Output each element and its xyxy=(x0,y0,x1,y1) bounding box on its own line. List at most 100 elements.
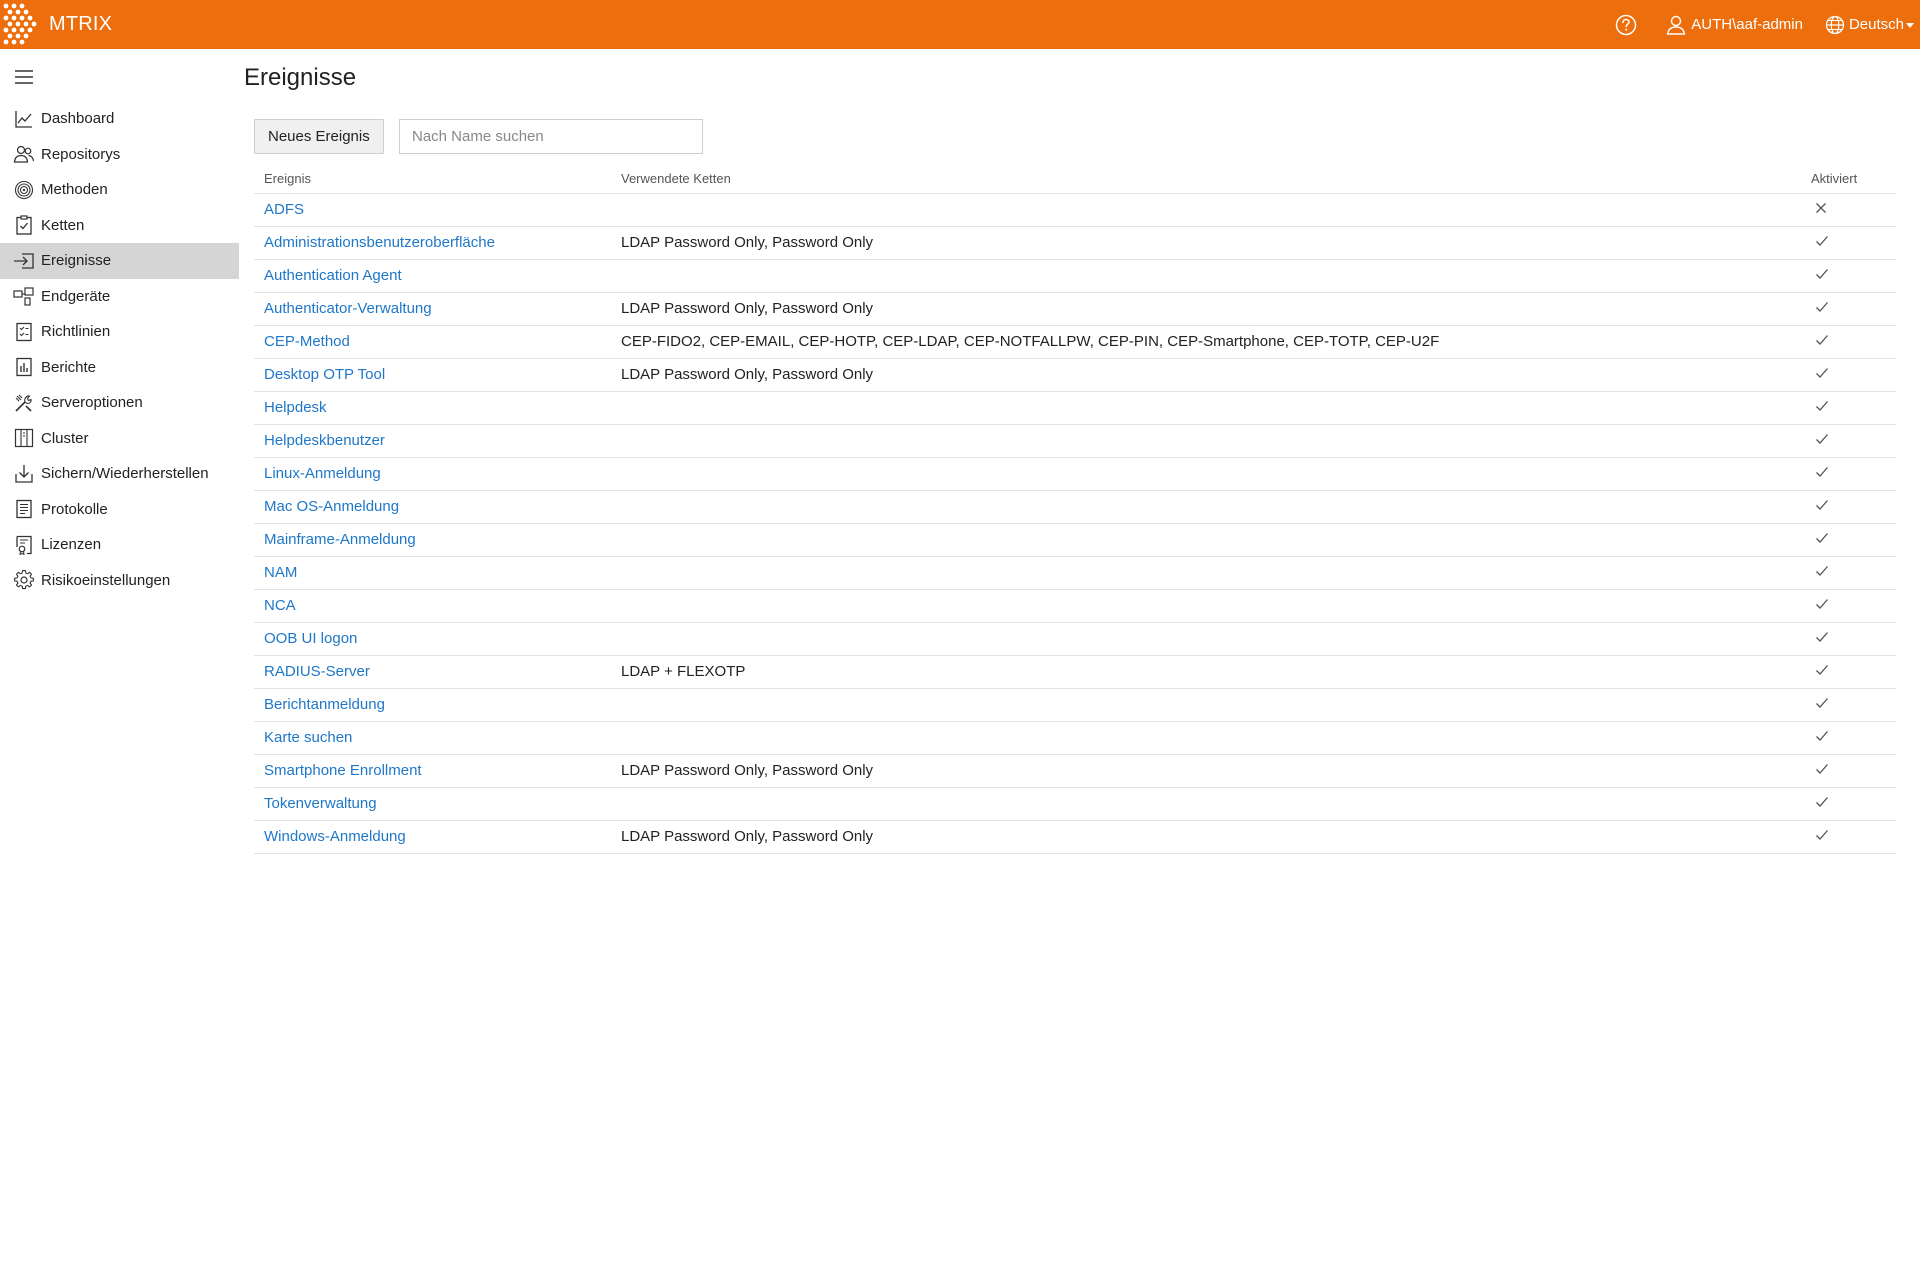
sidebar-item-protokolle[interactable]: Protokolle xyxy=(0,492,239,528)
event-name-link[interactable]: Authenticator-Verwaltung xyxy=(254,292,611,326)
table-row[interactable]: RADIUS-Server LDAP + FLEXOTP xyxy=(254,655,1896,689)
event-name-link[interactable]: Mac OS-Anmeldung xyxy=(254,490,611,524)
clipboard-check-icon xyxy=(13,214,35,236)
event-name-link[interactable]: Linux-Anmeldung xyxy=(254,457,611,491)
event-name-link[interactable]: Mainframe-Anmeldung xyxy=(254,523,611,557)
event-name-link[interactable]: Windows-Anmeldung xyxy=(254,820,611,854)
user-menu[interactable]: AUTH\aaf-admin xyxy=(1665,0,1803,49)
search-input[interactable] xyxy=(399,119,703,154)
sidebar-item-dashboard[interactable]: Dashboard xyxy=(0,101,239,137)
event-name-link[interactable]: Administrationsbenutzeroberfläche xyxy=(254,226,611,260)
sidebar-item-ereignisse[interactable]: Ereignisse xyxy=(0,243,239,279)
event-name-link[interactable]: CEP-Method xyxy=(254,325,611,359)
sidebar-item-label: Methoden xyxy=(41,181,108,199)
table-row[interactable]: Helpdeskbenutzer xyxy=(254,424,1896,458)
event-active-status xyxy=(1801,655,1896,689)
event-chains: LDAP Password Only, Password Only xyxy=(611,754,1801,788)
table-row[interactable]: Mainframe-Anmeldung xyxy=(254,523,1896,557)
event-name-link[interactable]: NCA xyxy=(254,589,611,623)
table-row[interactable]: Linux-Anmeldung xyxy=(254,457,1896,491)
event-chains xyxy=(611,523,1801,557)
event-active-status xyxy=(1801,391,1896,425)
event-name-link[interactable]: Smartphone Enrollment xyxy=(254,754,611,788)
login-arrow-icon xyxy=(13,250,35,272)
event-name-link[interactable]: NAM xyxy=(254,556,611,590)
table-row[interactable]: OOB UI logon xyxy=(254,622,1896,656)
table-row[interactable]: Authentication Agent xyxy=(254,259,1896,293)
event-active-status xyxy=(1801,622,1896,656)
sidebar-item-berichte[interactable]: Berichte xyxy=(0,350,239,386)
event-name-link[interactable]: Desktop OTP Tool xyxy=(254,358,611,392)
column-header-active[interactable]: Aktiviert xyxy=(1801,164,1896,194)
check-icon xyxy=(1815,729,1829,746)
check-icon xyxy=(1815,663,1829,680)
cluster-icon xyxy=(13,427,35,449)
sidebar-item-label: Ereignisse xyxy=(41,252,112,270)
column-header-chains[interactable]: Verwendete Ketten xyxy=(611,164,1801,194)
table-row[interactable]: NAM xyxy=(254,556,1896,590)
event-name-link[interactable]: Tokenverwaltung xyxy=(254,787,611,821)
event-name-link[interactable]: RADIUS-Server xyxy=(254,655,611,689)
event-chains xyxy=(611,490,1801,524)
sidebar-item-cluster[interactable]: Cluster xyxy=(0,421,239,457)
sidebar-item-repositorys[interactable]: Repositorys xyxy=(0,137,239,173)
event-chains xyxy=(611,424,1801,458)
table-row[interactable]: Tokenverwaltung xyxy=(254,787,1896,821)
sidebar-item-label: Sichern/Wiederherstellen xyxy=(41,465,209,483)
check-icon xyxy=(1815,498,1829,515)
check-icon xyxy=(1815,630,1829,647)
event-active-status xyxy=(1801,259,1896,293)
users-icon xyxy=(13,143,35,165)
event-name-link[interactable]: Karte suchen xyxy=(254,721,611,755)
event-name-link[interactable]: Authentication Agent xyxy=(254,259,611,293)
table-row[interactable]: Windows-Anmeldung LDAP Password Only, Pas… xyxy=(254,820,1896,854)
table-row[interactable]: Desktop OTP Tool LDAP Password Only, Pass… xyxy=(254,358,1896,392)
column-header-event[interactable]: Ereignis xyxy=(254,164,611,194)
event-active-status xyxy=(1801,193,1896,227)
event-active-status xyxy=(1801,325,1896,359)
table-row[interactable]: Karte suchen xyxy=(254,721,1896,755)
event-chains: CEP-FIDO2, CEP-EMAIL, CEP-HOTP, CEP-LDAP… xyxy=(611,325,1801,359)
check-icon xyxy=(1815,531,1829,548)
table-row[interactable]: Administrationsbenutzeroberfläche LDAP Pa… xyxy=(254,226,1896,260)
table-row[interactable]: CEP-Method CEP-FIDO2, CEP-EMAIL, CEP-HOTP… xyxy=(254,325,1896,359)
table-row[interactable]: ADFS xyxy=(254,193,1896,227)
check-icon xyxy=(1815,366,1829,383)
event-chains: LDAP Password Only, Password Only xyxy=(611,820,1801,854)
event-name-link[interactable]: Helpdesk xyxy=(254,391,611,425)
sidebar-item-ketten[interactable]: Ketten xyxy=(0,208,239,244)
event-name-link[interactable]: OOB UI logon xyxy=(254,622,611,656)
language-selector[interactable]: Deutsch xyxy=(1825,0,1914,49)
table-row[interactable]: Mac OS-Anmeldung xyxy=(254,490,1896,524)
table-row[interactable]: Smartphone Enrollment LDAP Password Only,… xyxy=(254,754,1896,788)
event-name-link[interactable]: Helpdeskbenutzer xyxy=(254,424,611,458)
table-row[interactable]: NCA xyxy=(254,589,1896,623)
sidebar-item-sichern-wiederherstellen[interactable]: Sichern/Wiederherstellen xyxy=(0,456,239,492)
event-active-status xyxy=(1801,721,1896,755)
sidebar-item-risikoeinstellungen[interactable]: Risikoeinstellungen xyxy=(0,563,239,599)
language-label: Deutsch xyxy=(1848,16,1904,33)
event-name-link[interactable]: ADFS xyxy=(254,193,611,227)
new-event-button[interactable]: Neues Ereignis xyxy=(254,119,384,154)
event-chains xyxy=(611,193,1801,227)
sidebar-item-richtlinien[interactable]: Richtlinien xyxy=(0,314,239,350)
event-active-status xyxy=(1801,820,1896,854)
table-row[interactable]: Helpdesk xyxy=(254,391,1896,425)
help-button[interactable] xyxy=(1615,0,1637,49)
event-chains xyxy=(611,721,1801,755)
event-name-link[interactable]: Berichtanmeldung xyxy=(254,688,611,722)
sidebar-item-lizenzen[interactable]: Lizenzen xyxy=(0,527,239,563)
table-row[interactable]: Authenticator-Verwaltung LDAP Password On… xyxy=(254,292,1896,326)
sidebar-item-label: Ketten xyxy=(41,216,85,234)
table-row[interactable]: Berichtanmeldung xyxy=(254,688,1896,722)
sidebar-item-endgeraete[interactable]: Endgeräte xyxy=(0,279,239,315)
table-clip xyxy=(254,872,1896,882)
sidebar-item-methoden[interactable]: Methoden xyxy=(0,172,239,208)
hamburger-menu-icon[interactable] xyxy=(14,69,34,85)
sidebar-item-serveroptionen[interactable]: Serveroptionen xyxy=(0,385,239,421)
event-active-status xyxy=(1801,292,1896,326)
sidebar-item-label: Endgeräte xyxy=(41,287,111,305)
sidebar-item-label: Repositorys xyxy=(41,145,121,163)
event-chains: LDAP Password Only, Password Only xyxy=(611,226,1801,260)
user-icon xyxy=(1667,15,1686,35)
